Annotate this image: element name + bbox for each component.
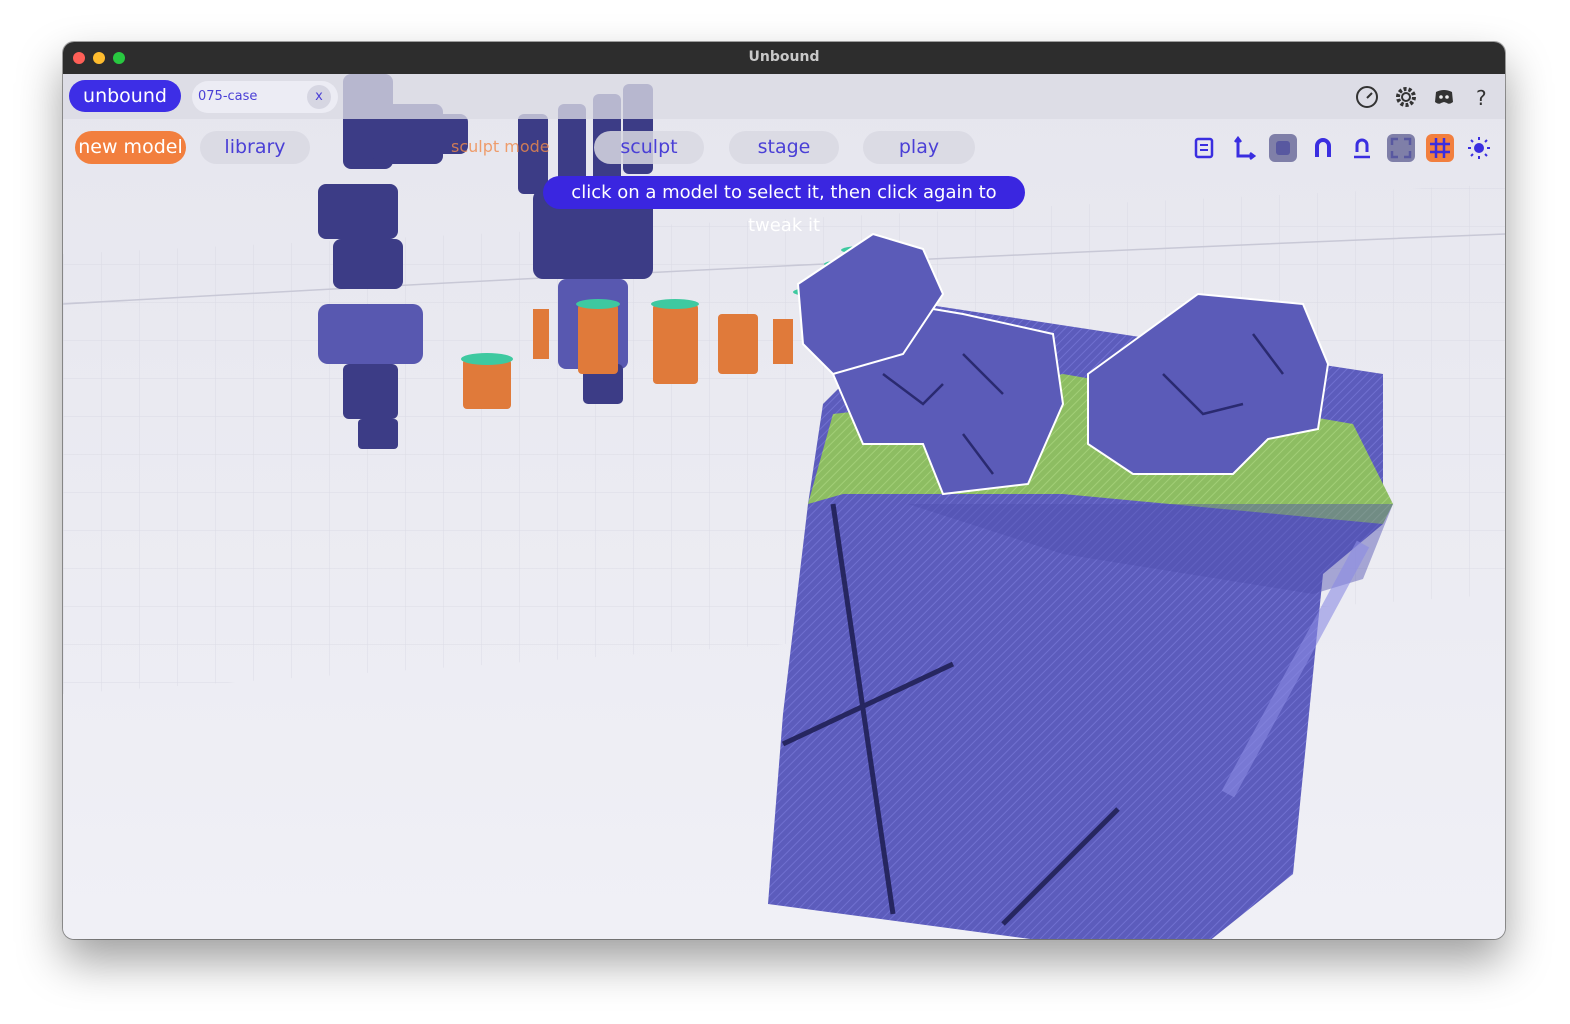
mode-label: sculpt mode [451,137,550,156]
new-model-button[interactable]: new model [75,131,186,164]
cube-icon[interactable] [1269,134,1297,162]
window-title: Unbound [748,49,820,65]
library-button[interactable]: library [200,131,310,164]
close-file-button[interactable]: x [307,85,331,109]
titlebar: Unbound [63,42,1505,74]
sculpt-button[interactable]: sculpt [594,131,704,164]
list-icon[interactable] [1190,134,1218,162]
discord-icon[interactable] [1432,85,1456,109]
file-tab[interactable]: 075-case x [192,81,338,113]
stage-button[interactable]: stage [729,131,839,164]
sun-icon[interactable] [1465,134,1493,162]
svg-text:?: ? [1476,86,1487,109]
gauge-icon[interactable] [1355,85,1379,109]
frame-icon[interactable] [1387,134,1415,162]
help-icon[interactable]: ? [1470,85,1494,110]
grid-icon[interactable] [1426,134,1454,162]
brand-button[interactable]: unbound [69,80,181,112]
file-name: 075-case [198,89,258,104]
axes-icon[interactable] [1230,134,1258,162]
hint-tooltip: click on a model to select it, then clic… [543,176,1025,236]
person-magnet-icon[interactable] [1348,134,1376,162]
app-window: Unbound unbound 075-case x ? new model l… [63,42,1505,939]
top-bar: unbound 075-case x ? [63,74,1505,119]
magnet-icon[interactable] [1309,134,1337,162]
play-button[interactable]: play [863,131,975,164]
gear-icon[interactable] [1394,85,1418,109]
